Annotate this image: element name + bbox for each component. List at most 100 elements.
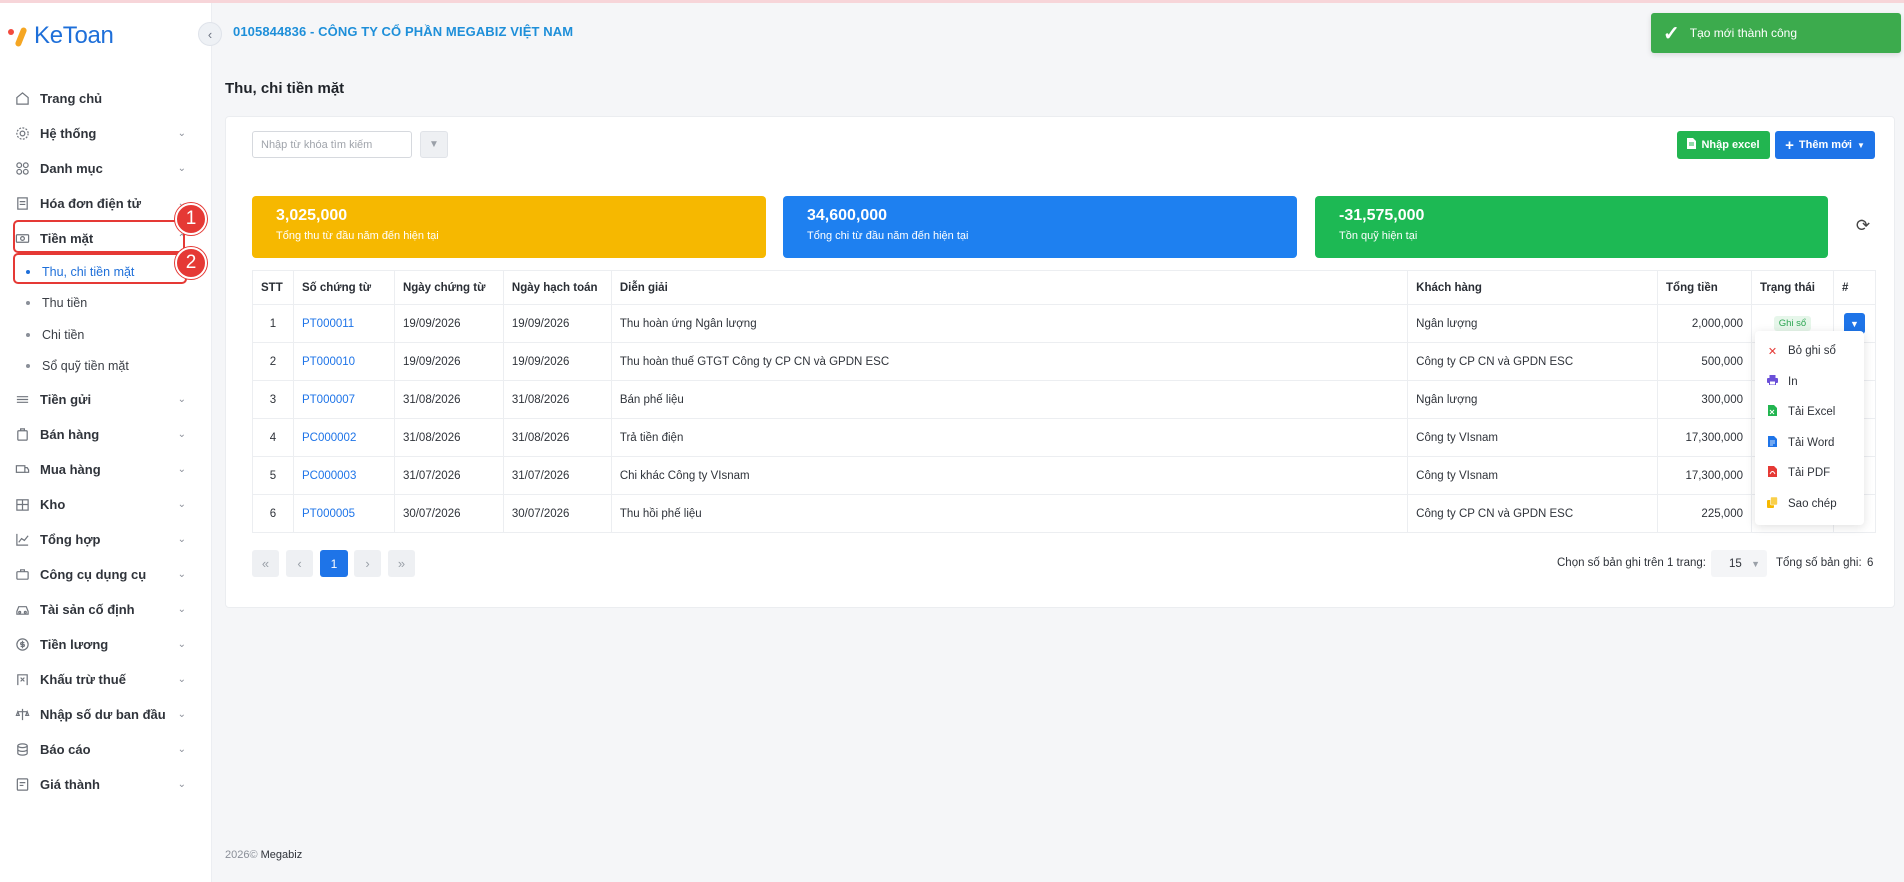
refresh-button[interactable]: ⟳ [1849,212,1877,240]
refresh-icon: ⟳ [1855,216,1871,235]
bullet-icon [26,332,30,337]
column-header-total[interactable]: Tổng tiền [1657,270,1752,305]
cell-stt: 4 [252,418,294,457]
chevron-right-icon: › [365,556,370,571]
logo-text: KeToan [34,22,114,49]
import-excel-button[interactable]: Nhập excel [1677,131,1770,159]
sidebar-item-home[interactable]: Trang chủ [0,81,212,116]
sidebar-item-cost-price[interactable]: Giá thành ⌄ [0,767,212,802]
voucher-link[interactable]: PC000003 [292,456,395,495]
menu-item-copy[interactable]: Sao chép [1755,489,1864,520]
sidebar-item-summary[interactable]: Tổng hợp ⌄ [0,522,212,557]
sidebar-item-warehouse[interactable]: Kho ⌄ [0,487,212,522]
gear-icon [14,125,31,142]
first-page-button[interactable]: « [252,550,279,577]
sidebar-subitem-payments[interactable]: Chi tiền [0,319,212,351]
voucher-link[interactable]: PT000005 [292,494,395,533]
sidebar-item-tools[interactable]: Công cụ dụng cụ ⌄ [0,557,212,592]
last-page-button[interactable]: » [388,550,415,577]
sidebar-item-sales[interactable]: Bán hàng ⌄ [0,417,212,452]
sidebar-item-catalog[interactable]: Danh mục ⌄ [0,151,212,186]
sidebar-item-deposits[interactable]: Tiền gửi ⌄ [0,382,212,417]
column-header-customer[interactable]: Khách hàng [1407,270,1659,305]
table-row[interactable]: 3 PT000007 31/08/2026 31/08/2026 Bán phế… [252,380,1877,419]
main-card: ▼ Nhập excel + Thêm mới ▼ 3,025,000 Tổng… [225,116,1895,608]
page-button-current[interactable]: 1 [320,550,348,577]
sidebar-item-label: Trang chủ [40,91,103,106]
column-header-posting-date[interactable]: Ngày hạch toán [502,270,612,305]
next-page-button[interactable]: › [354,550,381,577]
cell-posting-date: 19/09/2026 [502,304,612,343]
column-header-description[interactable]: Diễn giải [610,270,1409,305]
word-file-icon [1767,435,1778,450]
stat-label: Tổng thu từ đầu năm đến hiện tại [276,230,439,242]
annotation-badge-1: 1 [175,203,207,235]
menu-item-download-pdf[interactable]: Tải PDF [1755,458,1864,489]
voucher-link[interactable]: PC000002 [292,418,395,457]
sidebar-subitem-cash-book[interactable]: Sổ quỹ tiền mặt [0,351,212,383]
copy-icon [1767,496,1778,511]
cart-icon [14,426,31,443]
sidebar-item-label: Tiền gửi [40,392,92,407]
cell-total: 2,000,000 [1657,304,1752,343]
status-badge: Ghi sổ [1773,316,1812,331]
search-input[interactable] [252,131,412,158]
sidebar-item-opening-balance[interactable]: Nhập số dư ban đầu ⌄ [0,697,212,732]
sidebar-item-tax-deduction[interactable]: Khấu trừ thuế ⌄ [0,662,212,697]
money-icon [14,636,31,653]
voucher-link[interactable]: PT000011 [292,304,395,343]
sidebar-subitem-label: Chi tiền [42,327,85,342]
menu-item-label: In [1788,375,1798,388]
stat-label: Tồn quỹ hiện tại [1339,230,1418,242]
sidebar-subitem-receipts[interactable]: Thu tiền [0,288,212,320]
menu-item-unpost[interactable]: ✕ Bỏ ghi sổ [1755,336,1864,367]
total-records-value: 6 [1867,557,1874,569]
table-row[interactable]: 2 PT000010 19/09/2026 19/09/2026 Thu hoà… [252,342,1877,381]
sidebar-item-system[interactable]: Hệ thống ⌄ [0,116,212,151]
menu-item-download-word[interactable]: Tải Word [1755,428,1864,459]
menu-item-print[interactable]: In [1755,367,1864,398]
voucher-link[interactable]: PT000010 [292,342,395,381]
add-new-button[interactable]: + Thêm mới ▼ [1775,131,1875,159]
cell-total: 17,300,000 [1657,418,1752,457]
column-header-voucher-no[interactable]: Số chứng từ [292,270,395,305]
cell-description: Thu hoàn thuế GTGT Công ty CP CN và GPDN… [610,342,1409,381]
sidebar-item-reports[interactable]: Báo cáo ⌄ [0,732,212,767]
column-header-voucher-date[interactable]: Ngày chứng từ [393,270,504,305]
close-icon: ✕ [1767,345,1778,358]
sidebar-item-label: Tiền lương [40,637,109,652]
table-row[interactable]: 6 PT000005 30/07/2026 30/07/2026 Thu hồi… [252,494,1877,533]
cell-description: Thu hồi phế liệu [610,494,1409,533]
cell-total: 300,000 [1657,380,1752,419]
cell-posting-date: 31/07/2026 [502,456,612,495]
stat-value: -31,575,000 [1339,207,1425,224]
per-page-select[interactable]: 15 ▼ [1711,550,1767,577]
sidebar-collapse-button[interactable]: ‹ [198,22,222,46]
cell-description: Trả tiền điện [610,418,1409,457]
sidebar-item-salary[interactable]: Tiền lương ⌄ [0,627,212,662]
chevron-down-icon: ⌄ [177,639,186,650]
filter-button[interactable]: ▼ [420,131,448,158]
annotation-box-2 [13,253,187,284]
company-name[interactable]: 0105844836 - CÔNG TY CỔ PHẦN MEGABIZ VIỆ… [233,24,573,39]
vouchers-table: STT Số chứng từ Ngày chứng từ Ngày hạch … [252,270,1877,533]
cell-customer: Ngân lượng [1407,380,1659,419]
table-row[interactable]: 1 PT000011 19/09/2026 19/09/2026 Thu hoà… [252,304,1877,343]
menu-item-download-excel[interactable]: Tải Excel [1755,397,1864,428]
voucher-link[interactable]: PT000007 [292,380,395,419]
sidebar-item-label: Hệ thống [40,126,97,141]
prev-page-button[interactable]: ‹ [286,550,313,577]
column-header-status[interactable]: Trạng thái [1751,270,1834,305]
table-row[interactable]: 5 PC000003 31/07/2026 31/07/2026 Chi khá… [252,456,1877,495]
sidebar-item-fixed-assets[interactable]: Tài sản cố định ⌄ [0,592,212,627]
chevron-down-icon: ⌄ [177,779,186,790]
cell-voucher-date: 31/07/2026 [393,456,504,495]
invoice-icon [14,195,31,212]
footer-brand[interactable]: Megabiz [261,849,303,861]
sidebar-item-purchases[interactable]: Mua hàng ⌄ [0,452,212,487]
logo[interactable]: KeToan [8,21,114,51]
sidebar-item-label: Bán hàng [40,427,100,442]
table-row[interactable]: 4 PC000002 31/08/2026 31/08/2026 Trả tiề… [252,418,1877,457]
bank-icon [14,391,31,408]
page-title: Thu, chi tiền mặt [225,80,345,97]
